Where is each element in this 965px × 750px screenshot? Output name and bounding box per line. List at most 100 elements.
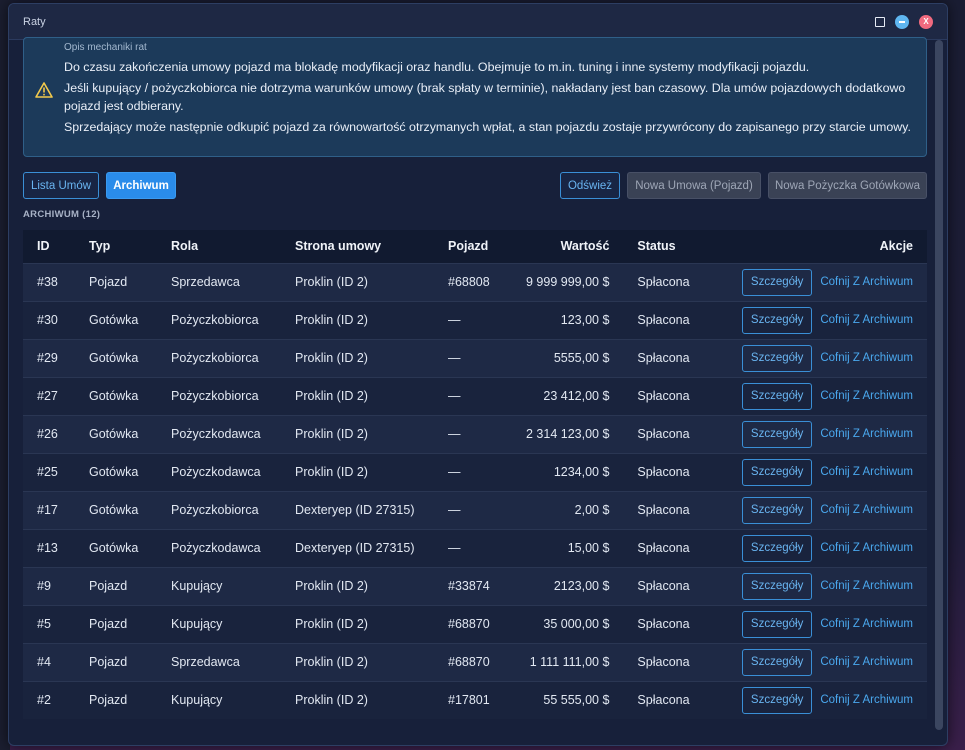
- details-button[interactable]: Szczegóły: [741, 382, 813, 410]
- cell-status: Spłacona: [637, 313, 690, 327]
- cell-vehicle: #17801: [448, 693, 490, 708]
- cell-value: 2123,00 $: [553, 579, 610, 593]
- new-cash-loan-button[interactable]: Nowa Pożyczka Gotówkowa: [768, 172, 927, 199]
- cell-role: Pożyczkodawca: [171, 541, 261, 555]
- list-button[interactable]: Lista Umów: [23, 172, 99, 199]
- cell-type: Pojazd: [89, 655, 128, 669]
- details-button[interactable]: Szczegóły: [741, 572, 813, 600]
- section-label: ARCHIWUM (12): [23, 209, 101, 220]
- restore-from-archive-link[interactable]: Cofnij Z Archiwum: [820, 276, 913, 288]
- cell-status: Spłacona: [637, 655, 690, 669]
- table-row: #17 Gotówka Pożyczkobiorca Dexteryep (ID 27…: [23, 491, 927, 529]
- minimize-icon[interactable]: [895, 14, 909, 29]
- details-button[interactable]: Szczegóły: [741, 686, 813, 714]
- cell-role: Pożyczkobiorca: [171, 351, 259, 365]
- window-controls: X: [875, 14, 933, 29]
- restore-from-archive-link[interactable]: Cofnij Z Archiwum: [820, 428, 913, 440]
- cell-party: Proklin (ID 2): [295, 351, 368, 365]
- table-row: #38 Pojazd Sprzedawca Proklin (ID 2) #68808 9…: [23, 263, 927, 301]
- cell-role: Kupujący: [171, 617, 223, 631]
- cell-vehicle: #68870: [448, 617, 490, 631]
- cell-value: 123,00 $: [560, 313, 610, 327]
- new-vehicle-contract-button[interactable]: Nowa Umowa (Pojazd): [627, 172, 761, 199]
- header-id: ID: [37, 239, 50, 254]
- cell-party: Dexteryep (ID 27315): [295, 503, 415, 517]
- cell-role: Pożyczkobiorca: [171, 503, 259, 517]
- cell-status: Spłacona: [637, 617, 690, 631]
- cell-id: #9: [37, 579, 51, 593]
- cell-type: Pojazd: [89, 693, 128, 708]
- cell-type: Gotówka: [89, 503, 139, 517]
- restore-from-archive-link[interactable]: Cofnij Z Archiwum: [820, 618, 913, 630]
- cell-id: #4: [37, 655, 51, 669]
- cell-status: Spłacona: [637, 541, 690, 555]
- cell-actions: Szczegóły Cofnij Z Archiwum: [713, 415, 927, 453]
- details-button[interactable]: Szczegóły: [741, 458, 813, 486]
- cell-party: Proklin (ID 2): [295, 465, 368, 479]
- close-icon[interactable]: X: [919, 14, 933, 29]
- cell-actions: Szczegóły Cofnij Z Archiwum: [713, 339, 927, 377]
- cell-value: 5555,00 $: [553, 351, 610, 365]
- cell-actions: Szczegóły Cofnij Z Archiwum: [713, 263, 927, 301]
- cell-type: Gotówka: [89, 541, 139, 555]
- details-button[interactable]: Szczegóły: [741, 496, 813, 524]
- archive-button[interactable]: Archiwum: [106, 172, 176, 199]
- header-party: Strona umowy: [295, 239, 382, 254]
- header-value: Wartość: [560, 239, 610, 254]
- details-button[interactable]: Szczegóły: [741, 420, 813, 448]
- cell-role: Sprzedawca: [171, 275, 240, 289]
- cell-vehicle: —: [448, 503, 461, 517]
- info-title: Opis mechaniki rat: [64, 42, 147, 53]
- maximize-icon[interactable]: [875, 16, 885, 27]
- cell-party: Proklin (ID 2): [295, 275, 368, 289]
- cell-id: #38: [37, 275, 58, 289]
- restore-from-archive-link[interactable]: Cofnij Z Archiwum: [820, 466, 913, 478]
- cell-party: Proklin (ID 2): [295, 427, 368, 441]
- cell-type: Gotówka: [89, 427, 139, 441]
- header-status: Status: [637, 239, 676, 254]
- cell-actions: Szczegóły Cofnij Z Archiwum: [713, 529, 927, 567]
- restore-from-archive-link[interactable]: Cofnij Z Archiwum: [820, 390, 913, 402]
- cell-status: Spłacona: [637, 275, 690, 289]
- table-row: #29 Gotówka Pożyczkobiorca Proklin (ID 2) — 5…: [23, 339, 927, 377]
- details-button[interactable]: Szczegóły: [741, 534, 813, 562]
- cell-value: 35 000,00 $: [543, 617, 610, 631]
- info-line: Do czasu zakończenia umowy pojazd ma blo…: [64, 60, 810, 74]
- restore-from-archive-link[interactable]: Cofnij Z Archiwum: [820, 580, 913, 592]
- cell-role: Kupujący: [171, 579, 223, 593]
- details-button[interactable]: Szczegóły: [741, 268, 813, 296]
- refresh-button[interactable]: Odśwież: [560, 172, 620, 199]
- cell-actions: Szczegóły Cofnij Z Archiwum: [713, 377, 927, 415]
- cell-vehicle: #33874: [448, 579, 490, 593]
- restore-from-archive-link[interactable]: Cofnij Z Archiwum: [820, 504, 913, 516]
- cell-id: #5: [37, 617, 51, 631]
- cell-actions: Szczegóły Cofnij Z Archiwum: [713, 643, 927, 681]
- details-button[interactable]: Szczegóły: [741, 610, 813, 638]
- cell-role: Pożyczkobiorca: [171, 389, 259, 403]
- cell-vehicle: —: [448, 351, 461, 365]
- cell-status: Spłacona: [637, 579, 690, 593]
- table-row: #25 Gotówka Pożyczkodawca Proklin (ID 2) — 12…: [23, 453, 927, 491]
- cell-value: 15,00 $: [567, 541, 610, 555]
- details-button[interactable]: Szczegóły: [741, 648, 813, 676]
- restore-from-archive-link[interactable]: Cofnij Z Archiwum: [820, 656, 913, 668]
- scrollbar[interactable]: [935, 40, 943, 730]
- restore-from-archive-link[interactable]: Cofnij Z Archiwum: [820, 314, 913, 326]
- cell-vehicle: —: [448, 541, 461, 555]
- header-vehicle: Pojazd: [448, 239, 489, 254]
- cell-type: Pojazd: [89, 275, 128, 289]
- table-row: #4 Pojazd Sprzedawca Proklin (ID 2) #68870 1 …: [23, 643, 927, 681]
- details-button[interactable]: Szczegóły: [741, 306, 813, 334]
- cell-vehicle: —: [448, 389, 461, 403]
- table-row: #30 Gotówka Pożyczkobiorca Proklin (ID 2) — 1…: [23, 301, 927, 339]
- info-panel: Opis mechaniki rat Do czasu zakończenia …: [23, 37, 927, 157]
- header-actions: Akcje: [879, 239, 913, 254]
- cell-id: #29: [37, 351, 58, 365]
- restore-from-archive-link[interactable]: Cofnij Z Archiwum: [820, 694, 913, 706]
- restore-from-archive-link[interactable]: Cofnij Z Archiwum: [820, 352, 913, 364]
- cell-value: 9 999 999,00 $: [526, 275, 610, 289]
- restore-from-archive-link[interactable]: Cofnij Z Archiwum: [820, 542, 913, 554]
- cell-actions: Szczegóły Cofnij Z Archiwum: [713, 567, 927, 605]
- cell-value: 1 111 111,00 $: [529, 655, 610, 669]
- details-button[interactable]: Szczegóły: [741, 344, 813, 372]
